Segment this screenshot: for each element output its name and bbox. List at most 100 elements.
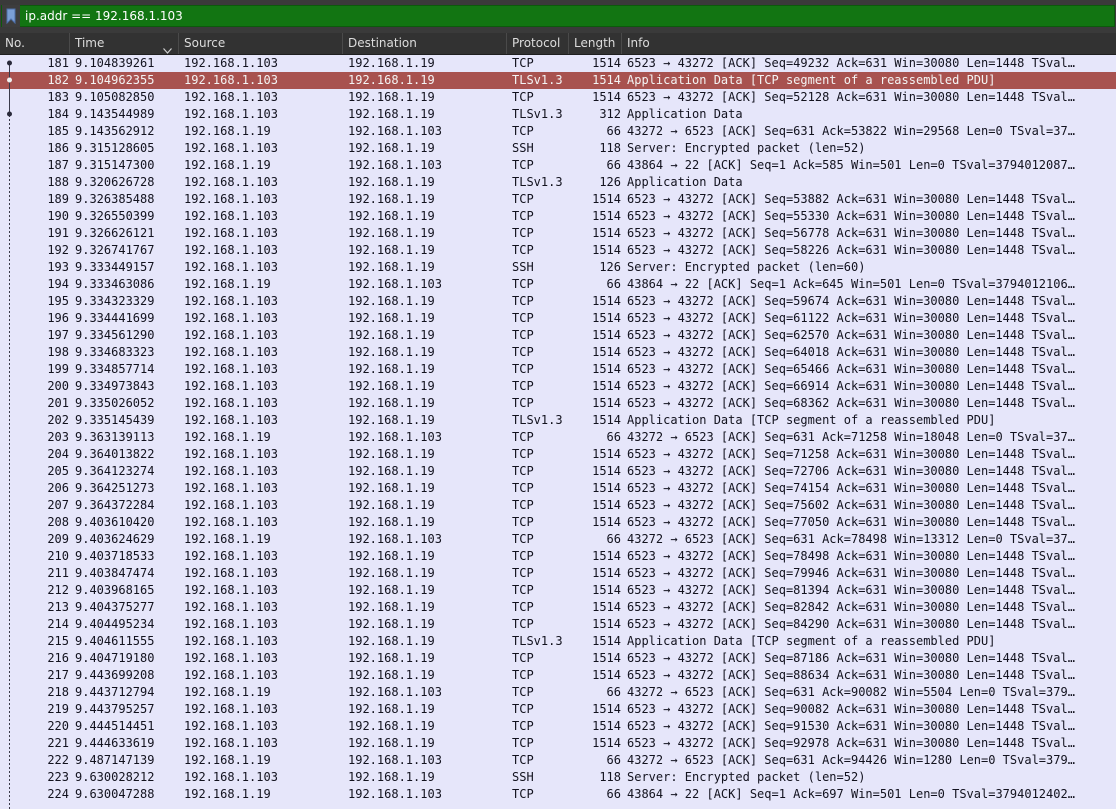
packet-row[interactable]: 192 9.326741767 192.168.1.103 192.168.1.19 T…	[0, 242, 1116, 259]
packet-destination: 192.168.1.19	[348, 719, 435, 733]
packet-row[interactable]: 206 9.364251273 192.168.1.103 192.168.1.19 T…	[0, 480, 1116, 497]
display-filter-box[interactable]	[1, 5, 1115, 27]
packet-time: 9.364123274	[75, 464, 155, 478]
packet-row[interactable]: 197 9.334561290 192.168.1.103 192.168.1.19 T…	[0, 327, 1116, 344]
packet-protocol: TCP	[512, 702, 534, 716]
packet-row[interactable]: 219 9.443795257 192.168.1.103 192.168.1.19 T…	[0, 701, 1116, 718]
packet-source: 192.168.1.103	[184, 634, 278, 648]
packet-info: Application Data	[627, 175, 743, 189]
packet-length: 1514	[592, 566, 621, 580]
packet-row[interactable]: 200 9.334973843 192.168.1.103 192.168.1.19 T…	[0, 378, 1116, 395]
packet-length: 1514	[592, 583, 621, 597]
packet-row[interactable]: 182 9.104962355 192.168.1.103 192.168.1.19 T…	[0, 72, 1116, 89]
packet-protocol: TCP	[512, 685, 534, 699]
packet-protocol: TCP	[512, 668, 534, 682]
packet-row[interactable]: 222 9.487147139 192.168.1.19 192.168.1.103 T…	[0, 752, 1116, 769]
packet-time: 9.143544989	[75, 107, 155, 121]
packet-row[interactable]: 220 9.444514451 192.168.1.103 192.168.1.19 T…	[0, 718, 1116, 735]
packet-row[interactable]: 203 9.363139113 192.168.1.19 192.168.1.103 T…	[0, 429, 1116, 446]
packet-source: 192.168.1.103	[184, 413, 278, 427]
packet-length: 1514	[592, 651, 621, 665]
packet-source: 192.168.1.103	[184, 702, 278, 716]
display-filter-input[interactable]	[25, 9, 1025, 23]
packet-row[interactable]: 186 9.315128605 192.168.1.103 192.168.1.19 S…	[0, 140, 1116, 157]
packet-length: 1514	[592, 702, 621, 716]
packet-time: 9.334857714	[75, 362, 155, 376]
packet-list-header: No. Time Source Destination Protocol Len…	[0, 33, 1116, 55]
packet-row[interactable]: 207 9.364372284 192.168.1.103 192.168.1.19 T…	[0, 497, 1116, 514]
packet-row[interactable]: 195 9.334323329 192.168.1.103 192.168.1.19 T…	[0, 293, 1116, 310]
packet-row[interactable]: 218 9.443712794 192.168.1.19 192.168.1.103 T…	[0, 684, 1116, 701]
packet-source: 192.168.1.103	[184, 107, 278, 121]
packet-row[interactable]: 214 9.404495234 192.168.1.103 192.168.1.19 T…	[0, 616, 1116, 633]
packet-row[interactable]: 185 9.143562912 192.168.1.19 192.168.1.103 T…	[0, 123, 1116, 140]
packet-time: 9.315128605	[75, 141, 155, 155]
bookmark-icon[interactable]	[2, 5, 20, 27]
column-header-protocol-label: Protocol	[512, 36, 561, 50]
packet-number: 185	[47, 124, 69, 138]
packet-source: 192.168.1.103	[184, 73, 278, 87]
packet-row[interactable]: 199 9.334857714 192.168.1.103 192.168.1.19 T…	[0, 361, 1116, 378]
packet-row[interactable]: 205 9.364123274 192.168.1.103 192.168.1.19 T…	[0, 463, 1116, 480]
packet-row[interactable]: 184 9.143544989 192.168.1.103 192.168.1.19 T…	[0, 106, 1116, 123]
packet-row[interactable]: 181 9.104839261 192.168.1.103 192.168.1.19 T…	[0, 55, 1116, 72]
packet-row[interactable]: 188 9.320626728 192.168.1.103 192.168.1.19 T…	[0, 174, 1116, 191]
packet-row[interactable]: 209 9.403624629 192.168.1.19 192.168.1.103 T…	[0, 531, 1116, 548]
packet-row[interactable]: 196 9.334441699 192.168.1.103 192.168.1.19 T…	[0, 310, 1116, 327]
packet-row[interactable]: 215 9.404611555 192.168.1.103 192.168.1.19 T…	[0, 633, 1116, 650]
column-header-time[interactable]: Time	[70, 33, 179, 54]
packet-row[interactable]: 204 9.364013822 192.168.1.103 192.168.1.19 T…	[0, 446, 1116, 463]
packet-list[interactable]: 181 9.104839261 192.168.1.103 192.168.1.19 T…	[0, 55, 1116, 809]
packet-row[interactable]: 221 9.444633619 192.168.1.103 192.168.1.19 T…	[0, 735, 1116, 752]
packet-row[interactable]: 194 9.333463086 192.168.1.19 192.168.1.103 T…	[0, 276, 1116, 293]
packet-destination: 192.168.1.19	[348, 294, 435, 308]
packet-length: 1514	[592, 345, 621, 359]
packet-protocol: TCP	[512, 481, 534, 495]
packet-destination: 192.168.1.19	[348, 209, 435, 223]
packet-length: 66	[606, 753, 621, 767]
packet-row[interactable]: 223 9.630028212 192.168.1.103 192.168.1.19 S…	[0, 769, 1116, 786]
column-header-no[interactable]: No.	[0, 33, 70, 54]
column-header-info[interactable]: Info	[622, 33, 1116, 54]
packet-source: 192.168.1.103	[184, 260, 278, 274]
packet-row[interactable]: 190 9.326550399 192.168.1.103 192.168.1.19 T…	[0, 208, 1116, 225]
packet-number: 223	[47, 770, 69, 784]
packet-row[interactable]: 201 9.335026052 192.168.1.103 192.168.1.19 T…	[0, 395, 1116, 412]
column-header-destination[interactable]: Destination	[343, 33, 507, 54]
column-header-length[interactable]: Length	[569, 33, 622, 54]
packet-number: 205	[47, 464, 69, 478]
packet-info: 43864 → 22 [ACK] Seq=1 Ack=585 Win=501 L…	[627, 158, 1075, 172]
packet-row[interactable]: 189 9.326385488 192.168.1.103 192.168.1.19 T…	[0, 191, 1116, 208]
packet-row[interactable]: 191 9.326626121 192.168.1.103 192.168.1.19 T…	[0, 225, 1116, 242]
packet-number: 181	[47, 56, 69, 70]
packet-row[interactable]: 193 9.333449157 192.168.1.103 192.168.1.19 S…	[0, 259, 1116, 276]
packet-info: 6523 → 43272 [ACK] Seq=92978 Ack=631 Win…	[627, 736, 1075, 750]
packet-info: Application Data [TCP segment of a reass…	[627, 634, 996, 648]
packet-number: 188	[47, 175, 69, 189]
packet-row[interactable]: 224 9.630047288 192.168.1.19 192.168.1.103 T…	[0, 786, 1116, 803]
packet-length: 1514	[592, 243, 621, 257]
packet-row[interactable]: 212 9.403968165 192.168.1.103 192.168.1.19 T…	[0, 582, 1116, 599]
packet-row[interactable]: 210 9.403718533 192.168.1.103 192.168.1.19 T…	[0, 548, 1116, 565]
packet-row[interactable]: 217 9.443699208 192.168.1.103 192.168.1.19 T…	[0, 667, 1116, 684]
packet-destination: 192.168.1.103	[348, 685, 442, 699]
packet-row[interactable]: 202 9.335145439 192.168.1.103 192.168.1.19 T…	[0, 412, 1116, 429]
packet-info: 6523 → 43272 [ACK] Seq=87186 Ack=631 Win…	[627, 651, 1075, 665]
packet-destination: 192.168.1.19	[348, 498, 435, 512]
packet-number: 183	[47, 90, 69, 104]
packet-row[interactable]: 211 9.403847474 192.168.1.103 192.168.1.19 T…	[0, 565, 1116, 582]
packet-destination: 192.168.1.19	[348, 770, 435, 784]
column-header-no-label: No.	[5, 36, 25, 50]
packet-row[interactable]: 216 9.404719180 192.168.1.103 192.168.1.19 T…	[0, 650, 1116, 667]
column-header-source[interactable]: Source	[179, 33, 343, 54]
packet-row[interactable]: 213 9.404375277 192.168.1.103 192.168.1.19 T…	[0, 599, 1116, 616]
packet-number: 195	[47, 294, 69, 308]
packet-length: 1514	[592, 515, 621, 529]
column-header-protocol[interactable]: Protocol	[507, 33, 569, 54]
packet-row[interactable]: 208 9.403610420 192.168.1.103 192.168.1.19 T…	[0, 514, 1116, 531]
packet-time: 9.403847474	[75, 566, 155, 580]
packet-row[interactable]: 187 9.315147300 192.168.1.19 192.168.1.103 T…	[0, 157, 1116, 174]
packet-row[interactable]: 183 9.105082850 192.168.1.103 192.168.1.19 T…	[0, 89, 1116, 106]
packet-row[interactable]: 198 9.334683323 192.168.1.103 192.168.1.19 T…	[0, 344, 1116, 361]
packet-number: 217	[47, 668, 69, 682]
